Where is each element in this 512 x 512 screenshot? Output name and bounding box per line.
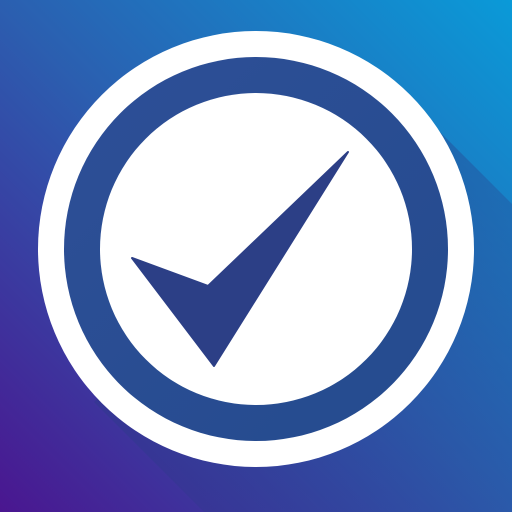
app-icon[interactable] bbox=[0, 0, 512, 512]
app-icon-graphic bbox=[0, 0, 512, 512]
